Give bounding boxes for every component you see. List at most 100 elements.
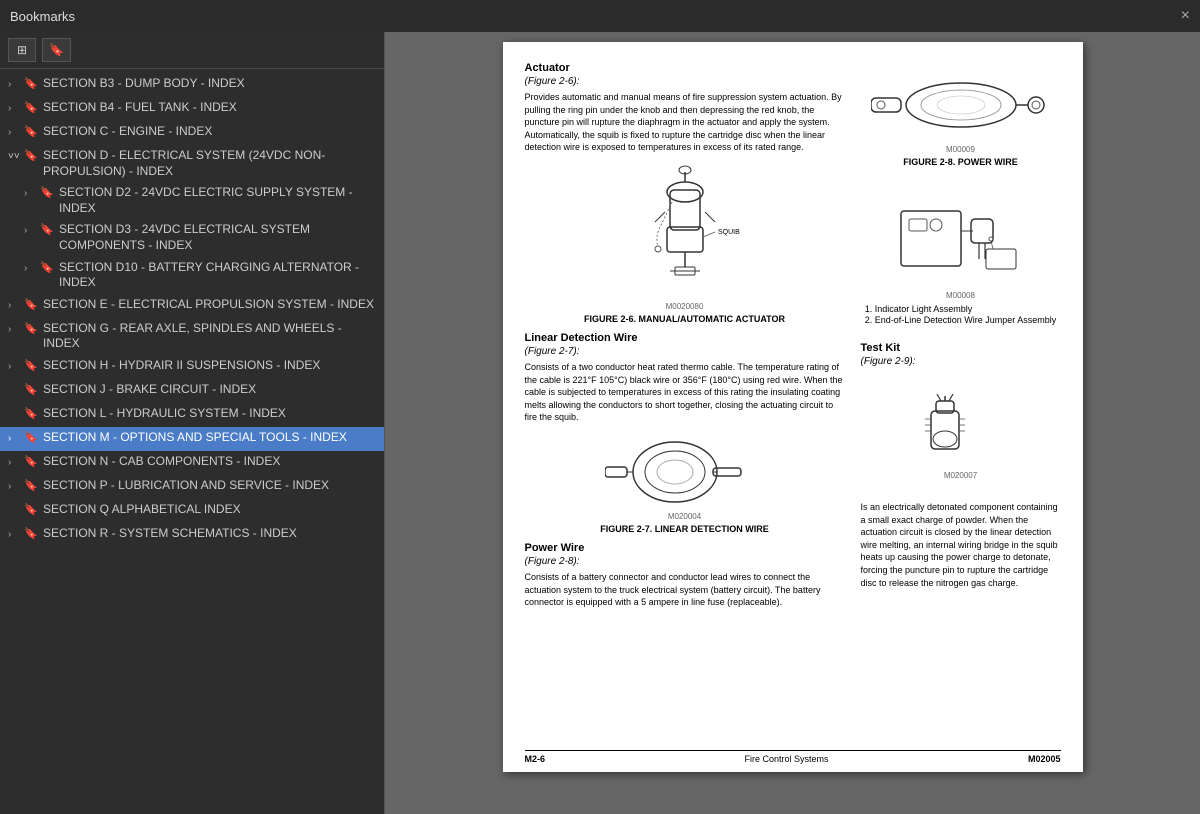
- sidebar-item-j[interactable]: 🔖 SECTION J - BRAKE CIRCUIT - INDEX: [0, 379, 384, 403]
- svg-text:SQUIB: SQUIB: [718, 229, 740, 236]
- bookmark-icon-e: 🔖: [24, 298, 38, 312]
- sidebar-item-n[interactable]: 🔖 SECTION N - CAB COMPONENTS - INDEX: [0, 451, 384, 475]
- chevron-c: [8, 126, 20, 139]
- bookmarks-title: Bookmarks: [10, 9, 75, 24]
- linear-body: Consists of a two conductor heat rated t…: [525, 361, 845, 424]
- actuator-sub: (Figure 2-6):: [525, 76, 845, 87]
- sidebar-item-p[interactable]: 🔖 SECTION P - LUBRICATION AND SERVICE - …: [0, 475, 384, 499]
- bookmark-icon-d10: 🔖: [40, 261, 54, 275]
- footer-doc-num: M02005: [1028, 754, 1061, 764]
- close-button[interactable]: ×: [1181, 7, 1190, 25]
- bookmark-icon-d3: 🔖: [40, 223, 54, 237]
- fig27-num: M020004: [668, 512, 701, 521]
- figure-29-image: [881, 191, 1041, 291]
- power-sub: (Figure 2-8):: [525, 556, 845, 567]
- bookmark-icon-m: 🔖: [24, 431, 38, 445]
- page-container[interactable]: Actuator (Figure 2-6): Provides automati…: [385, 32, 1200, 814]
- power-heading: Power Wire: [525, 542, 845, 554]
- actuator-heading: Actuator: [525, 62, 845, 74]
- top-bar: Bookmarks ×: [0, 0, 1200, 32]
- sidebar-label-p: SECTION P - LUBRICATION AND SERVICE - IN…: [43, 478, 378, 494]
- footer-page-num: M2-6: [525, 754, 546, 764]
- actuator-body: Provides automatic and manual means of f…: [525, 91, 845, 154]
- chevron-d3: [24, 224, 36, 237]
- sidebar: ⊞ 🔖 🔖 SECTION B3 - DUMP BODY - INDEX 🔖 S…: [0, 32, 385, 814]
- sidebar-item-h[interactable]: 🔖 SECTION H - HYDRAIR II SUSPENSIONS - I…: [0, 355, 384, 379]
- bookmark-icon-r: 🔖: [24, 527, 38, 541]
- sidebar-item-b3[interactable]: 🔖 SECTION B3 - DUMP BODY - INDEX: [0, 73, 384, 97]
- main-layout: ⊞ 🔖 🔖 SECTION B3 - DUMP BODY - INDEX 🔖 S…: [0, 32, 1200, 814]
- testkit-section: Test Kit (Figure 2-9):: [861, 342, 1061, 373]
- bookmark-icon-b3: 🔖: [24, 77, 38, 91]
- sidebar-label-b3: SECTION B3 - DUMP BODY - INDEX: [43, 76, 378, 92]
- chevron-m: [8, 432, 20, 445]
- left-column: Actuator (Figure 2-6): Provides automati…: [525, 62, 845, 615]
- right-column: M00009 FIGURE 2-8. POWER WIRE: [861, 62, 1061, 615]
- squib-body: Is an electrically detonated component c…: [861, 501, 1061, 589]
- sidebar-item-d2[interactable]: 🔖 SECTION D2 - 24VDC ELECTRIC SUPPLY SYS…: [0, 182, 384, 219]
- sidebar-label-d: SECTION D - ELECTRICAL SYSTEM (24VDC NON…: [43, 148, 378, 179]
- figure-210-area: M020007: [901, 381, 1021, 483]
- fig29-list-item-1: 1. Indicator Light Assembly: [865, 304, 1057, 314]
- chevron-d: ˅: [8, 150, 20, 163]
- testkit-sub: (Figure 2-9):: [861, 356, 1061, 367]
- figure-210-image: [901, 381, 1021, 471]
- linear-heading: Linear Detection Wire: [525, 332, 845, 344]
- fig29-list-item-2: 2. End-of-Line Detection Wire Jumper Ass…: [865, 315, 1057, 325]
- fig29-list: 1. Indicator Light Assembly 2. End-of-Li…: [865, 303, 1057, 326]
- chevron-b3: [8, 78, 20, 91]
- sidebar-item-r[interactable]: 🔖 SECTION R - SYSTEM SCHEMATICS - INDEX: [0, 523, 384, 547]
- bookmark-icon-q: 🔖: [24, 503, 38, 517]
- figure-28-area: M00009 FIGURE 2-8. POWER WIRE: [871, 70, 1051, 167]
- sidebar-item-c[interactable]: 🔖 SECTION C - ENGINE - INDEX: [0, 121, 384, 145]
- fig28-caption: FIGURE 2-8. POWER WIRE: [903, 157, 1018, 167]
- sidebar-item-m[interactable]: 🔖 SECTION M - OPTIONS AND SPECIAL TOOLS …: [0, 427, 384, 451]
- sidebar-item-d3[interactable]: 🔖 SECTION D3 - 24VDC ELECTRICAL SYSTEM C…: [0, 219, 384, 256]
- chevron-e: [8, 299, 20, 312]
- sidebar-label-j: SECTION J - BRAKE CIRCUIT - INDEX: [43, 382, 378, 398]
- bookmark-icon-c: 🔖: [24, 125, 38, 139]
- power-body: Consists of a battery connector and cond…: [525, 571, 845, 609]
- bookmark-options-button[interactable]: 🔖: [42, 38, 71, 62]
- document-page: Actuator (Figure 2-6): Provides automati…: [503, 42, 1083, 772]
- chevron-n: [8, 456, 20, 469]
- bookmark-icon-g: 🔖: [24, 322, 38, 336]
- sidebar-item-e[interactable]: 🔖 SECTION E - ELECTRICAL PROPULSION SYST…: [0, 294, 384, 318]
- bookmark-icon-h: 🔖: [24, 359, 38, 373]
- testkit-heading: Test Kit: [861, 342, 1061, 354]
- bookmark-icon-l: 🔖: [24, 407, 38, 421]
- fig26-caption: FIGURE 2-6. MANUAL/AUTOMATIC ACTUATOR: [584, 314, 785, 324]
- figure-26-image: SQUIB: [610, 162, 760, 302]
- bookmark-icon-p: 🔖: [24, 479, 38, 493]
- grid-view-button[interactable]: ⊞: [8, 38, 36, 62]
- chevron-b4: [8, 102, 20, 115]
- sidebar-label-g: SECTION G - REAR AXLE, SPINDLES AND WHEE…: [43, 321, 378, 352]
- figure-26-area: SQUIB M0020080 FIGURE 2-6. MANUAL/AUTOMA…: [525, 162, 845, 324]
- linear-sub: (Figure 2-7):: [525, 346, 845, 357]
- sidebar-item-q[interactable]: 🔖 SECTION Q ALPHABETICAL INDEX: [0, 499, 384, 523]
- bookmark-icon: 🔖: [49, 43, 64, 57]
- footer-title: Fire Control Systems: [744, 754, 828, 764]
- figure-28-image: [871, 70, 1051, 145]
- chevron-p: [8, 480, 20, 493]
- sidebar-item-d10[interactable]: 🔖 SECTION D10 - BATTERY CHARGING ALTERNA…: [0, 257, 384, 294]
- bookmark-icon-j: 🔖: [24, 383, 38, 397]
- sidebar-label-d3: SECTION D3 - 24VDC ELECTRICAL SYSTEM COM…: [59, 222, 378, 253]
- figure-29-area: M00008 1. Indicator Light Assembly 2. En…: [865, 191, 1057, 326]
- bookmark-icon-n: 🔖: [24, 455, 38, 469]
- chevron-r: [8, 528, 20, 541]
- sidebar-item-g[interactable]: 🔖 SECTION G - REAR AXLE, SPINDLES AND WH…: [0, 318, 384, 355]
- sidebar-item-b4[interactable]: 🔖 SECTION B4 - FUEL TANK - INDEX: [0, 97, 384, 121]
- fig26-num: M0020080: [666, 302, 704, 311]
- sidebar-label-l: SECTION L - HYDRAULIC SYSTEM - INDEX: [43, 406, 378, 422]
- sidebar-item-d[interactable]: ˅ 🔖 SECTION D - ELECTRICAL SYSTEM (24VDC…: [0, 145, 384, 182]
- grid-icon: ⊞: [17, 43, 27, 57]
- figure-27-image: [605, 432, 765, 512]
- chevron-h: [8, 360, 20, 373]
- bookmark-icon-d: 🔖: [24, 149, 38, 163]
- doc-area: Actuator (Figure 2-6): Provides automati…: [385, 32, 1200, 814]
- sidebar-toolbar: ⊞ 🔖: [0, 32, 384, 69]
- bookmark-icon-b4: 🔖: [24, 101, 38, 115]
- sidebar-label-e: SECTION E - ELECTRICAL PROPULSION SYSTEM…: [43, 297, 378, 313]
- sidebar-item-l[interactable]: 🔖 SECTION L - HYDRAULIC SYSTEM - INDEX: [0, 403, 384, 427]
